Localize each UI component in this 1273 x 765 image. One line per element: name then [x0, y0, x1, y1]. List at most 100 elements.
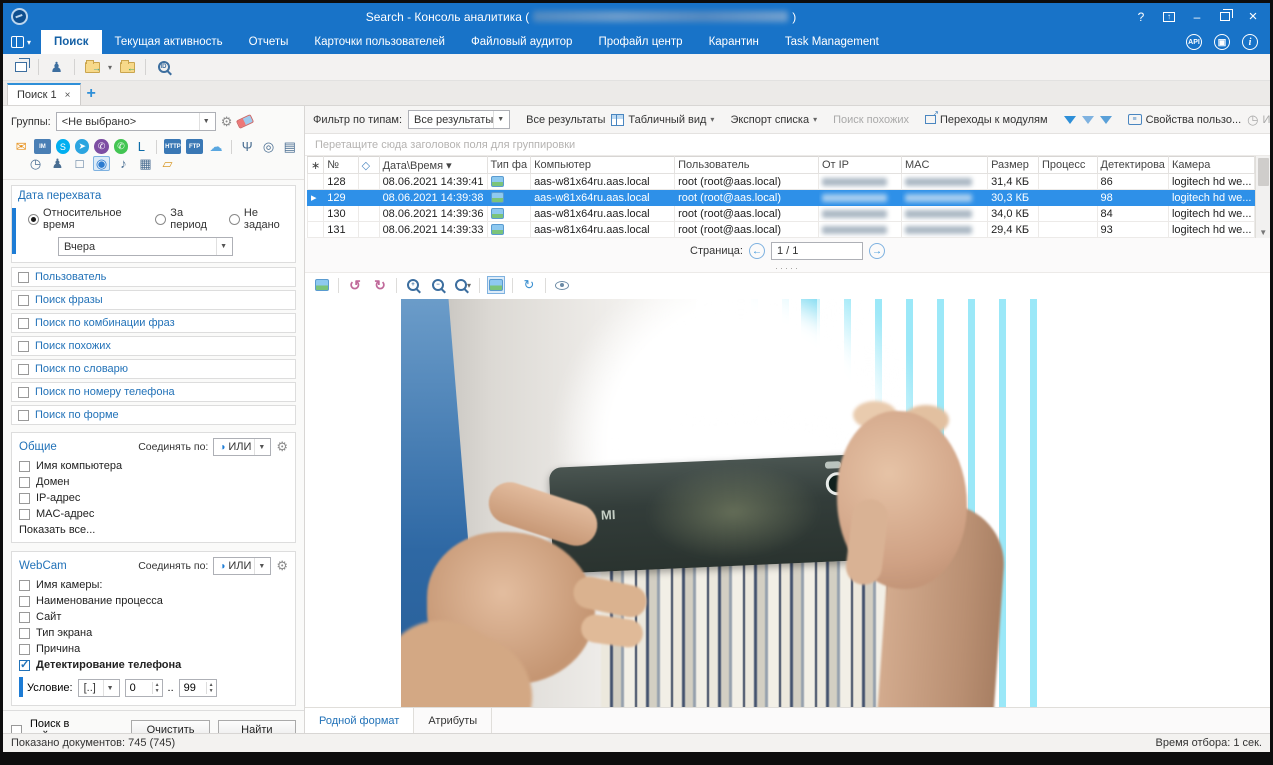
menu-tab-отчеты[interactable]: Отчеты	[236, 30, 302, 54]
rotate-right-icon[interactable]: ↻	[371, 276, 389, 294]
export-list-button[interactable]: Экспорт списка▾	[730, 114, 817, 126]
webcam-item-5[interactable]: Детектирование телефона	[19, 659, 288, 671]
microphone-icon[interactable]: ♪	[115, 156, 132, 171]
modules-cube-icon[interactable]: ▣	[1214, 34, 1230, 50]
user-search-icon[interactable]: ♟	[47, 58, 66, 77]
filter-checkbox[interactable]	[18, 410, 29, 421]
filter-checkbox[interactable]	[18, 387, 29, 398]
webcam-checkbox[interactable]	[19, 596, 30, 607]
clear-groups-eraser-icon[interactable]	[236, 114, 254, 129]
webcam-checkbox[interactable]	[19, 644, 30, 655]
http-icon[interactable]: HTTP	[164, 139, 181, 154]
help-button[interactable]: ?	[1134, 10, 1148, 24]
common-checkbox[interactable]	[19, 509, 30, 520]
webcam-item-3[interactable]: Тип экрана	[19, 627, 288, 639]
filter-by-type-dropdown[interactable]: Все результаты ▼	[408, 110, 510, 129]
filter-funnel-edit-icon[interactable]	[1100, 116, 1112, 124]
webcam-checkbox[interactable]	[19, 628, 30, 639]
common-item-1[interactable]: Домен	[19, 476, 288, 488]
common-checkbox[interactable]	[19, 493, 30, 504]
column-header-4[interactable]: Тип фа	[487, 157, 531, 174]
common-settings-gear-icon[interactable]: ⚙	[276, 439, 288, 455]
im-icon[interactable]: IM	[34, 139, 50, 154]
next-page-button[interactable]: →	[869, 243, 885, 259]
common-checkbox[interactable]	[19, 461, 30, 472]
menu-tab-карточки-пользователей[interactable]: Карточки пользователей	[301, 30, 458, 54]
filter-checkbox[interactable]	[18, 341, 29, 352]
rotate-left-icon[interactable]: ↺	[346, 276, 364, 294]
column-header-8[interactable]: MAC	[902, 157, 988, 174]
window-cascade-icon[interactable]	[11, 58, 30, 77]
join-operator-dropdown[interactable]: ◑ ИЛИ ▼	[213, 557, 271, 575]
zoom-in-icon[interactable]: +	[404, 276, 422, 294]
search-similar-button[interactable]: Поиск похожих	[833, 114, 909, 126]
clear-button[interactable]: Очистить	[131, 720, 209, 733]
ftp-icon[interactable]: FTP	[186, 139, 202, 154]
filter-funnel-icon[interactable]	[1064, 116, 1076, 124]
table-vertical-scrollbar[interactable]: ▼	[1255, 156, 1270, 238]
webcam-item-0[interactable]: Имя камеры:	[19, 579, 288, 591]
radio-button-icon[interactable]	[28, 214, 39, 225]
common-item-3[interactable]: MAC-адрес	[19, 508, 288, 520]
menu-tab-поиск[interactable]: Поиск	[41, 30, 102, 54]
column-header-6[interactable]: Пользователь	[675, 157, 819, 174]
filter-checkbox[interactable]	[18, 295, 29, 306]
email-icon[interactable]: ✉	[13, 139, 29, 154]
splitter-handle[interactable]: ·····	[305, 264, 1270, 273]
column-header-1[interactable]: №	[324, 157, 358, 174]
webcam-checkbox[interactable]	[19, 660, 30, 671]
menu-tab-task-management[interactable]: Task Management	[772, 30, 892, 54]
add-tab-button[interactable]: +	[87, 85, 96, 105]
webcam-item-4[interactable]: Причина	[19, 643, 288, 655]
app-menu-button[interactable]: ▾	[3, 30, 41, 54]
filter-row-0[interactable]: Пользователь	[11, 267, 296, 287]
whatsapp-icon[interactable]: ✆	[114, 139, 128, 154]
column-header-9[interactable]: Размер	[988, 157, 1039, 174]
radio-button-icon[interactable]	[155, 214, 166, 225]
fit-to-window-icon[interactable]	[487, 276, 505, 294]
common-item-0[interactable]: Имя компьютера	[19, 460, 288, 472]
goto-modules-button[interactable]: Переходы к модулям	[925, 114, 1048, 126]
zoom-out-icon[interactable]: −	[429, 276, 447, 294]
filter-funnel-clear-icon[interactable]	[1082, 116, 1094, 124]
monitor-icon[interactable]: □	[71, 156, 88, 171]
condition-to-stepper[interactable]: 99 ▲▼	[179, 679, 217, 697]
webcam-settings-gear-icon[interactable]: ⚙	[276, 558, 288, 574]
groups-settings-gear-icon[interactable]: ⚙	[221, 114, 233, 130]
column-header-7[interactable]: От IP	[818, 157, 901, 174]
filter-row-4[interactable]: Поиск по словарю	[11, 359, 296, 379]
menu-tab-профайл-центр[interactable]: Профайл центр	[585, 30, 695, 54]
keylogger-icon[interactable]: ▦	[137, 156, 154, 171]
column-header-3[interactable]: Дата\Время ▾	[379, 157, 487, 174]
filter-row-2[interactable]: Поиск по комбинации фраз	[11, 313, 296, 333]
message-history-button[interactable]: ◷История переписки	[1247, 112, 1270, 128]
tab-close-icon[interactable]: ×	[65, 90, 71, 101]
column-header-5[interactable]: Компьютер	[531, 157, 675, 174]
api-icon[interactable]: API	[1186, 34, 1202, 50]
column-header-11[interactable]: Детектирова	[1097, 157, 1168, 174]
filter-row-6[interactable]: Поиск по форме	[11, 405, 296, 425]
info-icon[interactable]: i	[1242, 34, 1258, 50]
close-button[interactable]: ×	[1246, 10, 1260, 24]
usb-icon[interactable]: Ψ	[239, 139, 255, 154]
printer-icon[interactable]: ▤	[282, 139, 298, 154]
webcam-checkbox[interactable]	[19, 580, 30, 591]
date-preset-dropdown[interactable]: Вчера ▼	[58, 237, 233, 256]
radio-button-icon[interactable]	[229, 214, 240, 225]
tag-column-icon[interactable]: ◇	[358, 157, 379, 174]
show-all-link[interactable]: Показать все...	[19, 524, 288, 536]
webcam-checkbox[interactable]	[19, 612, 30, 623]
time-activity-icon[interactable]: ◷	[27, 156, 44, 171]
menu-tab-карантин[interactable]: Карантин	[696, 30, 772, 54]
previous-page-button[interactable]: ←	[749, 243, 765, 259]
date-radio-2[interactable]: Не задано	[229, 207, 289, 231]
date-radio-1[interactable]: За период	[155, 207, 215, 231]
table-row-129[interactable]: ▸12908.06.2021 14:39:38aas-w81x64ru.aas.…	[308, 190, 1255, 206]
viber-icon[interactable]: ✆	[94, 139, 108, 154]
table-row-130[interactable]: 13008.06.2021 14:39:36aas-w81x64ru.aas.l…	[308, 206, 1255, 222]
groups-dropdown[interactable]: <Не выбрано> ▼	[56, 112, 216, 131]
webcam-item-1[interactable]: Наименование процесса	[19, 595, 288, 607]
join-operator-dropdown[interactable]: ◑ ИЛИ ▼	[213, 438, 271, 456]
filter-checkbox[interactable]	[18, 364, 29, 375]
minimize-button[interactable]: –	[1190, 10, 1204, 24]
